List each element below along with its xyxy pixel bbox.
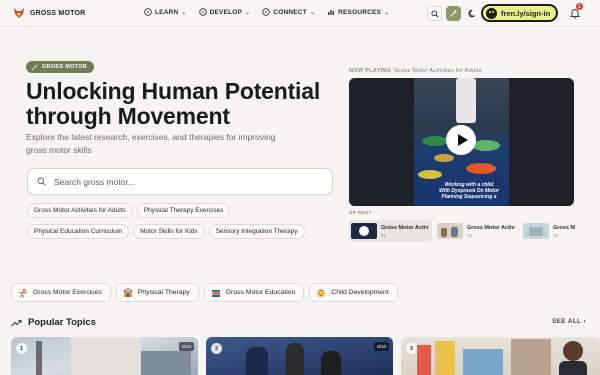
clinic-icon bbox=[123, 287, 133, 297]
sparkle-icon bbox=[31, 64, 38, 70]
compass-icon bbox=[262, 8, 271, 16]
compass-icon bbox=[198, 8, 207, 16]
notification-badge: 1 bbox=[576, 3, 583, 10]
category-gross-motor-exercises[interactable]: Gross Motor Exercises bbox=[11, 283, 111, 302]
hero-subtitle: Explore the latest research, exercises, … bbox=[26, 132, 276, 155]
topic-card-score: 8/10 bbox=[374, 342, 389, 351]
section-tag-label: GROSS MOTOR bbox=[42, 64, 88, 70]
smiley-face-icon bbox=[486, 7, 497, 19]
suggestion-chip[interactable]: Gross Motor Activities for Adults bbox=[27, 203, 133, 218]
chevron-down-icon: ⌄ bbox=[181, 9, 187, 16]
sign-in-button[interactable]: fren.ly/sign-in bbox=[481, 4, 559, 22]
popular-topics-title: Popular Topics bbox=[28, 317, 96, 328]
topic-card[interactable]: 1 8/10 bbox=[11, 337, 198, 375]
queue-item-number: #3 bbox=[553, 232, 559, 238]
suggestion-chip[interactable]: Physical Therapy Exercises bbox=[136, 203, 231, 218]
topic-card-score: 8/10 bbox=[179, 342, 194, 351]
queue-item-title: Gross Motor Activities bbox=[467, 224, 515, 231]
search-icon bbox=[37, 177, 46, 186]
menu-resources-label: RESOURCES bbox=[338, 8, 382, 16]
category-label: Gross Motor Exercises bbox=[33, 289, 102, 296]
queue-item[interactable]: Gross Motor Activities #1 bbox=[349, 220, 432, 242]
suggestion-chip[interactable]: Physical Education Curriculum bbox=[27, 224, 130, 239]
chevron-down-icon: ⌄ bbox=[384, 9, 390, 16]
search-icon bbox=[430, 9, 439, 18]
now-playing-header: NOW PLAYING Gross Motor Activities for Ad… bbox=[349, 68, 482, 74]
books-icon bbox=[211, 289, 220, 297]
menu-resources[interactable]: RESOURCES ⌄ bbox=[327, 8, 389, 16]
queue-item-number: #1 bbox=[381, 232, 387, 238]
topic-card-number: 3 bbox=[406, 343, 417, 354]
dark-mode-toggle[interactable] bbox=[465, 6, 480, 21]
see-all-label: SEE ALL bbox=[552, 318, 582, 325]
topic-card-number: 2 bbox=[211, 343, 222, 354]
menu-learn-label: LEARN bbox=[155, 8, 179, 16]
up-next-label: UP NEXT bbox=[349, 210, 372, 215]
category-label: Gross Motor Education bbox=[225, 289, 296, 296]
main-menu: LEARN ⌄ DEVELOP ⌄ CONNECT ⌄ RESOURCES ⌄ bbox=[144, 8, 389, 16]
menu-develop[interactable]: DEVELOP ⌄ bbox=[198, 8, 251, 16]
queue-item[interactable]: Gross Motor Activities #2 bbox=[435, 220, 518, 242]
menu-learn[interactable]: LEARN ⌄ bbox=[144, 8, 187, 16]
letterbox-left bbox=[349, 78, 414, 206]
chevron-down-icon: ⌄ bbox=[245, 9, 251, 16]
category-label: Child Development bbox=[331, 289, 389, 296]
sign-in-label: fren.ly/sign-in bbox=[501, 8, 551, 18]
chevron-right-icon: › bbox=[583, 318, 586, 325]
now-playing-title: Gross Motor Activities for Adults bbox=[394, 68, 482, 74]
play-button[interactable] bbox=[446, 125, 476, 155]
section-tag: GROSS MOTOR bbox=[26, 61, 95, 73]
menu-connect-label: CONNECT bbox=[273, 8, 307, 16]
trending-up-icon bbox=[11, 319, 22, 326]
queue-item[interactable]: Gross Motor Sk #3 bbox=[521, 220, 600, 242]
queue-thumbnail bbox=[437, 223, 463, 239]
category-gross-motor-education[interactable]: Gross Motor Education bbox=[203, 283, 305, 302]
figure-icon bbox=[18, 288, 28, 297]
queue-item-title: Gross Motor Activities bbox=[381, 224, 429, 231]
moon-icon bbox=[468, 9, 475, 18]
search-field[interactable] bbox=[27, 168, 333, 195]
video-caption: Working with a child With Dyspraxia On M… bbox=[439, 182, 499, 200]
video-player[interactable]: Working with a child With Dyspraxia On M… bbox=[349, 78, 574, 206]
fox-logo-icon bbox=[14, 8, 24, 18]
topic-card[interactable]: 2 8/10 bbox=[206, 337, 393, 375]
see-all-link[interactable]: SEE ALL › bbox=[552, 318, 586, 325]
menu-develop-label: DEVELOP bbox=[209, 8, 243, 16]
magic-wand-icon bbox=[450, 9, 458, 17]
bar-chart-icon bbox=[328, 10, 335, 15]
hero-title: Unlocking Human Potential through Moveme… bbox=[26, 78, 321, 129]
queue-thumbnail bbox=[523, 223, 549, 239]
compass-icon bbox=[144, 8, 152, 16]
child-face-icon bbox=[317, 289, 326, 297]
now-playing-label: NOW PLAYING bbox=[349, 68, 392, 74]
top-nav: GROSS MOTOR LEARN ⌄ DEVELOP ⌄ CONNECT ⌄ … bbox=[0, 0, 600, 27]
chevron-down-icon: ⌄ bbox=[309, 9, 316, 16]
topic-card-number: 1 bbox=[16, 343, 27, 354]
queue-item-number: #2 bbox=[467, 232, 473, 238]
brand-name: GROSS MOTOR bbox=[30, 9, 86, 17]
topic-card[interactable]: 3 bbox=[401, 337, 600, 375]
suggestion-chips: Gross Motor Activities for Adults Physic… bbox=[27, 203, 327, 239]
category-physical-therapy[interactable]: Physical Therapy bbox=[115, 283, 199, 302]
category-label: Physical Therapy bbox=[137, 289, 190, 296]
search-input[interactable] bbox=[54, 176, 314, 187]
suggestion-chip[interactable]: Motor Skills for Kids bbox=[133, 224, 205, 239]
brand-logo[interactable]: GROSS MOTOR bbox=[13, 7, 85, 19]
letterbox-right bbox=[509, 78, 574, 206]
search-button[interactable] bbox=[427, 6, 442, 21]
suggestion-chip[interactable]: Sensory Integration Therapy bbox=[208, 224, 305, 239]
category-child-development[interactable]: Child Development bbox=[309, 283, 398, 302]
queue-thumbnail bbox=[351, 223, 377, 239]
popular-topics-heading: Popular Topics bbox=[11, 317, 96, 328]
category-pills: Gross Motor Exercises Physical Therapy G… bbox=[11, 283, 398, 302]
menu-connect[interactable]: CONNECT ⌄ bbox=[262, 8, 315, 16]
queue-item-title: Gross Motor Sk bbox=[553, 224, 575, 231]
magic-wand-button[interactable] bbox=[446, 6, 461, 21]
